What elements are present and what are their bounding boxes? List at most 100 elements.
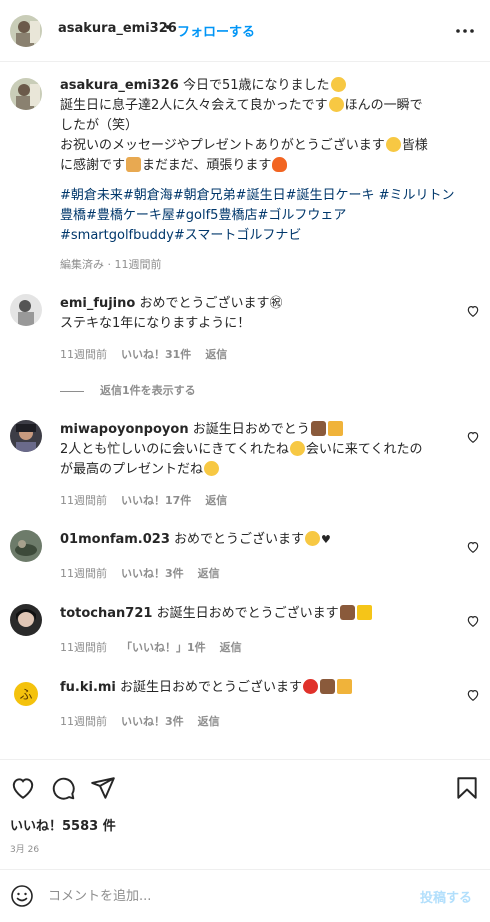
comment-line: 2人とも忙しいのに会いにきてくれたね xyxy=(60,442,289,457)
crying-emoji-icon xyxy=(385,137,401,152)
hashtag-line[interactable]: #smartgolfbuddy#スマートゴルフナビ xyxy=(60,226,475,246)
caption-line: したが（笑） xyxy=(60,118,139,133)
commenter-avatar[interactable] xyxy=(10,420,42,452)
replies-divider xyxy=(60,390,84,392)
caption-author-avatar[interactable] xyxy=(10,78,42,110)
hashtag-line[interactable]: #朝倉未来#朝倉海#朝倉兄弟#誕生日#誕生日ケーキ #ミルリトン xyxy=(60,186,475,206)
comment-text: emi_fujino おめでとうございます㊗ ステキな1年になりますように！ xyxy=(60,294,450,334)
author-username[interactable]: asakura_emi326 xyxy=(58,21,177,36)
comment-meta: 11週間前 「いいね！」1件 返信 xyxy=(60,639,256,655)
smiling-emoji-icon xyxy=(305,531,321,546)
black-heart-emoji-icon: ♥ xyxy=(321,533,331,546)
smiling-emoji-icon xyxy=(328,97,344,112)
comments-scroll-area[interactable]: asakura_emi326 今日で51歳になりました 誕生日に息子達2人に久々… xyxy=(0,62,490,759)
smiling-emoji-icon xyxy=(204,461,220,476)
reply-button[interactable]: 返信 xyxy=(205,348,227,361)
grinning-emoji-icon xyxy=(330,77,346,92)
cake-emoji-icon xyxy=(339,605,355,620)
reply-button[interactable]: 返信 xyxy=(198,715,220,728)
commenter-username[interactable]: totochan721 xyxy=(60,606,152,621)
comment-line: 会いに来てくれたの xyxy=(305,442,423,457)
commenter-username[interactable]: emi_fujino xyxy=(60,296,135,311)
fire-emoji-icon xyxy=(272,157,288,172)
hugging-emoji-icon xyxy=(289,441,305,456)
comment-likes[interactable]: いいね！17件 xyxy=(121,494,191,507)
comment-meta: 11週間前 いいね！3件 返信 xyxy=(60,565,234,581)
caption-line: 今日で51歳になりました xyxy=(182,78,330,93)
comment-line: おめでとうございます xyxy=(174,532,305,547)
commenter-avatar[interactable] xyxy=(10,530,42,562)
caption-line: お祝いのメッセージやプレゼントありがとうございます xyxy=(60,138,385,153)
caption-hashtags[interactable]: #朝倉未来#朝倉海#朝倉兄弟#誕生日#誕生日ケーキ #ミルリトン 豊橋#豊橋ケー… xyxy=(60,186,475,246)
comment-input[interactable] xyxy=(48,884,398,908)
more-horizontal-icon[interactable] xyxy=(452,18,478,44)
comment-text: 01monfam.023 おめでとうございます ♥ xyxy=(60,530,450,550)
party-popper-emoji-icon xyxy=(327,421,343,436)
caption-line: まだまだ、頑張ります xyxy=(142,158,272,173)
caption-meta: 編集済み · 11週間前 xyxy=(60,258,162,271)
emoji-smile-icon[interactable] xyxy=(10,884,34,908)
add-comment-bar: 投稿する xyxy=(0,869,490,922)
bookmark-icon[interactable] xyxy=(454,775,480,801)
comment-time[interactable]: 11週間前 xyxy=(60,348,107,361)
comment-like-heart-icon[interactable] xyxy=(466,304,480,318)
reply-button[interactable]: 返信 xyxy=(205,494,227,507)
party-popper-emoji-icon xyxy=(337,679,353,694)
reply-button[interactable]: 返信 xyxy=(198,567,220,580)
share-icon[interactable] xyxy=(90,775,116,801)
commenter-username[interactable]: fu.ki.mi xyxy=(60,680,116,695)
comment-like-heart-icon[interactable] xyxy=(466,614,480,628)
comment-likes[interactable]: いいね！3件 xyxy=(121,715,184,728)
comment-line: お誕生日おめでとうございます xyxy=(120,680,303,695)
cake-emoji-icon xyxy=(320,679,336,694)
caption-line: に感謝です xyxy=(60,158,126,173)
svg-text:ふ: ふ xyxy=(19,688,32,703)
comment-like-heart-icon[interactable] xyxy=(466,688,480,702)
comment-likes[interactable]: いいね！3件 xyxy=(121,567,184,580)
cake-emoji-icon xyxy=(310,421,326,436)
commenter-username[interactable]: miwapoyonpoyon xyxy=(60,422,189,437)
comment-line: お誕生日おめでとう xyxy=(192,422,310,437)
balloon-emoji-icon xyxy=(303,679,319,694)
heart-icon[interactable] xyxy=(10,775,36,801)
post-actions: いいね！5583 件 3月 26 xyxy=(0,759,490,869)
comment-like-heart-icon[interactable] xyxy=(466,540,480,554)
comment-line: が最高のプレゼントだね xyxy=(60,462,204,477)
separator-dot: • xyxy=(164,21,172,36)
hashtag-line[interactable]: 豊橋#豊橋ケーキ屋#golf5豊橋店#ゴルフウェア xyxy=(60,206,475,226)
post-header: asakura_emi326 • フォローする xyxy=(0,0,490,62)
comment-meta: 11週間前 いいね！31件 返信 xyxy=(60,346,241,362)
view-replies-label: 返信1件を表示する xyxy=(100,384,196,397)
view-replies-button[interactable]: 返信1件を表示する xyxy=(60,382,196,398)
comment-time[interactable]: 11週間前 xyxy=(60,567,107,580)
reply-button[interactable]: 返信 xyxy=(220,641,242,654)
sparkles-emoji-icon xyxy=(356,605,372,620)
comment-time[interactable]: 11週間前 xyxy=(60,641,107,654)
commenter-avatar[interactable]: ふ xyxy=(10,678,42,710)
comment-likes[interactable]: 「いいね！」1件 xyxy=(121,641,206,654)
comment-meta: 11週間前 いいね！17件 返信 xyxy=(60,492,241,508)
follow-button[interactable]: フォローする xyxy=(177,21,255,40)
comment-time[interactable]: 11週間前 xyxy=(60,715,107,728)
comment-text: miwapoyonpoyon お誕生日おめでとう 2人とも忙しいのに会いにきてく… xyxy=(60,420,450,480)
likes-count[interactable]: いいね！5583 件 xyxy=(10,815,116,834)
post-date[interactable]: 3月 26 xyxy=(10,842,39,855)
comment-text: fu.ki.mi お誕生日おめでとうございます xyxy=(60,678,450,698)
caption-line: ほんの一瞬で xyxy=(344,98,423,113)
commenter-username[interactable]: 01monfam.023 xyxy=(60,532,170,547)
comment-text: totochan721 お誕生日おめでとうございます xyxy=(60,604,450,624)
post-button[interactable]: 投稿する xyxy=(420,887,472,906)
caption-line: 皆様 xyxy=(401,138,428,153)
comment-likes[interactable]: いいね！31件 xyxy=(121,348,191,361)
author-avatar[interactable] xyxy=(10,15,42,47)
commenter-avatar[interactable] xyxy=(10,294,42,326)
comment-line: ステキな1年になりますように！ xyxy=(60,316,251,331)
comment-line: お誕生日おめでとうございます xyxy=(156,606,339,621)
comment-line: おめでとうございます㊗ xyxy=(139,296,283,311)
caption-line: 誕生日に息子達2人に久々会えて良かったです xyxy=(60,98,328,113)
comment-time[interactable]: 11週間前 xyxy=(60,494,107,507)
comment-like-heart-icon[interactable] xyxy=(466,430,480,444)
commenter-avatar[interactable] xyxy=(10,604,42,636)
comment-icon[interactable] xyxy=(50,775,76,801)
caption-username[interactable]: asakura_emi326 xyxy=(60,78,179,93)
